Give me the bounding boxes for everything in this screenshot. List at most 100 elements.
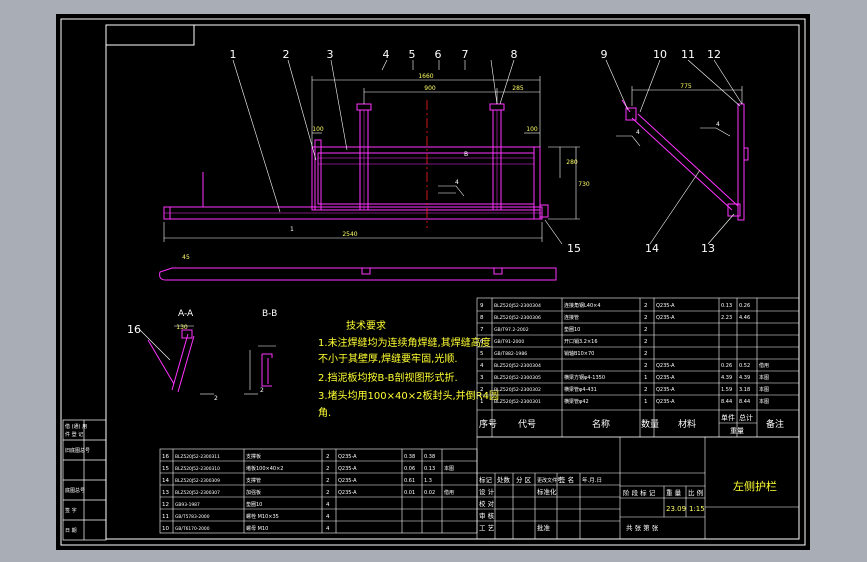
lower-cell-code: GB/T5783-2000	[175, 514, 210, 520]
lower-cell-no: 14	[162, 478, 169, 484]
lower-cell-mat: Q235-A	[338, 490, 357, 496]
balloon-10: 10	[653, 48, 667, 61]
parts-cell-qty: 1	[644, 375, 648, 381]
tb-scale-label: 比 例	[688, 488, 703, 497]
parts-cell-name: 开口销3.2×16	[564, 338, 598, 345]
tb-check: 校 对	[479, 499, 495, 508]
weld-value-4c: 4	[716, 121, 720, 128]
dim-900: 900	[424, 85, 436, 92]
lower-cell-no: 16	[162, 454, 169, 460]
balloon-7: 7	[462, 48, 469, 61]
side-view-dims	[605, 59, 743, 245]
lower-cell-no: 10	[162, 526, 169, 532]
weld-value-2a: 2	[214, 395, 218, 402]
parts-cell-code: BLZ520J52-2300306	[494, 315, 541, 321]
parts-cell-no: 7	[480, 327, 484, 333]
balloon-3: 3	[327, 48, 334, 61]
strip-label-4: 底图总号	[65, 487, 85, 494]
hdr-total: 总计	[739, 413, 753, 422]
hdr-code: 代号	[518, 419, 536, 430]
parts-cell-name: 销轴B10×70	[564, 350, 594, 357]
balloon-11: 11	[681, 48, 695, 61]
dim-285: 285	[512, 85, 524, 92]
strip-label-1: 借 (通) 用	[65, 423, 87, 430]
tb-stage-mark: 阶 段 标 记	[623, 488, 656, 497]
parts-cell-name: 横梁管φ4-431	[564, 386, 597, 393]
parts-cell-mat: Q235-A	[656, 387, 675, 393]
dim-100b: 100	[526, 126, 538, 133]
lower-cell-qty: 2	[326, 478, 330, 484]
parts-cell-code: BLZ520J52-2300304	[494, 303, 541, 309]
lower-cell-mat: Q235-A	[338, 478, 357, 484]
parts-cell-w2: 0.52	[739, 363, 750, 369]
strip-label-5: 签 字	[65, 507, 77, 514]
parts-cell-mat: Q235-A	[656, 315, 675, 321]
section-bb-dims	[249, 345, 276, 390]
strip-label-2: 件 登 记	[65, 431, 83, 438]
parts-cell-qty: 2	[644, 387, 648, 393]
parts-cell-no: 8	[480, 315, 484, 321]
parts-cell-note: 本图	[759, 386, 769, 393]
parts-cell-qty: 2	[644, 339, 648, 345]
parts-cell-w1: 1.59	[721, 387, 732, 393]
drawing-canvas: 借 (通) 用 件 登 记 旧底图总号 底图总号 签 字 日 期 1 2 3 4…	[60, 18, 806, 546]
lower-table-rows: 16 BLZ520J52-2300311 支撑板 2 Q235-A 0.38 0.38 15 B…	[162, 453, 454, 532]
parts-cell-w2: 0.26	[739, 303, 750, 309]
lower-cell-name: 堵板100×40×2	[246, 465, 283, 472]
parts-cell-w2: 4.39	[739, 375, 750, 381]
lower-cell-name: 螺栓 M10×35	[246, 513, 279, 520]
parts-cell-w2: 8.44	[739, 399, 750, 405]
dim-775: 775	[680, 83, 692, 90]
lower-cell-w1: 0.06	[404, 466, 415, 472]
tb-r1-c6: 年.月.日	[582, 476, 602, 484]
section-bb	[261, 353, 273, 387]
tb-weight-label: 重 量	[666, 489, 682, 497]
parts-cell-no: 6	[480, 339, 484, 345]
parts-cell-name: 连接管	[564, 314, 579, 321]
lower-cell-w1: 0.61	[404, 478, 415, 484]
balloon-2: 2	[283, 48, 290, 61]
lower-cell-code: BLZ520J52-2300311	[175, 454, 220, 460]
parts-cell-w1: 8.44	[721, 399, 732, 405]
left-strip-table	[62, 419, 107, 541]
lower-cell-note: 本图	[444, 465, 454, 472]
tech-req-line-4: 3.堵头均用100×40×2板封头,并倒R4圆	[318, 389, 499, 402]
lower-cell-w2: 0.02	[424, 490, 435, 496]
lower-cell-w1: 0.01	[404, 490, 415, 496]
parts-cell-code: BLZ520J52-2300302	[494, 387, 541, 393]
dim-1660: 1660	[418, 73, 433, 80]
parts-cell-w1: 2.23	[721, 315, 732, 321]
balloon-8: 8	[511, 48, 518, 61]
weld-value-4a: 4	[455, 179, 459, 186]
parts-cell-qty: 2	[644, 351, 648, 357]
section-aa-label: A-A	[178, 309, 194, 319]
side-view	[621, 99, 749, 221]
tb-r1-c1: 标记	[479, 475, 493, 484]
parts-cell-w1: 0.13	[721, 303, 732, 309]
dim-730: 730	[578, 181, 590, 188]
parts-cell-w2: 4.46	[739, 315, 750, 321]
hdr-note: 备注	[766, 418, 784, 430]
lower-cell-no: 11	[162, 514, 169, 520]
tech-req-line-3: 2.挡泥板均按B-B剖视图形式折.	[318, 371, 458, 384]
weld-value-2b: 2	[260, 387, 264, 394]
parts-cell-note: 借用	[759, 362, 769, 369]
parts-cell-code: BLZ520J52-2300301	[494, 399, 541, 405]
lower-cell-mat: Q235-A	[338, 454, 357, 460]
parts-cell-name: 垫圈10	[564, 326, 580, 333]
hdr-no: 序号	[479, 418, 497, 430]
tb-r1-c5: 签 名	[559, 475, 574, 484]
parts-cell-name: 横梁方钢φ4-1350	[564, 374, 605, 381]
lower-cell-code: GB93-1987	[175, 502, 200, 508]
tb-review: 审 核	[479, 511, 495, 520]
balloon-6: 6	[435, 48, 442, 61]
tech-req-line-1: 1.未注焊缝均为连续角焊缝,其焊缝高度	[318, 336, 491, 349]
tb-drawing-name: 左侧护栏	[733, 479, 777, 493]
hdr-single: 单件	[721, 413, 735, 422]
hdr-mat: 材料	[678, 418, 696, 430]
parts-cell-no: 4	[480, 363, 484, 369]
lower-cell-name: 加强板	[246, 489, 261, 496]
section-aa	[147, 329, 195, 393]
lower-cell-code: BLZ520J52-2300307	[175, 490, 220, 496]
parts-cell-mat: Q235-A	[656, 399, 675, 405]
